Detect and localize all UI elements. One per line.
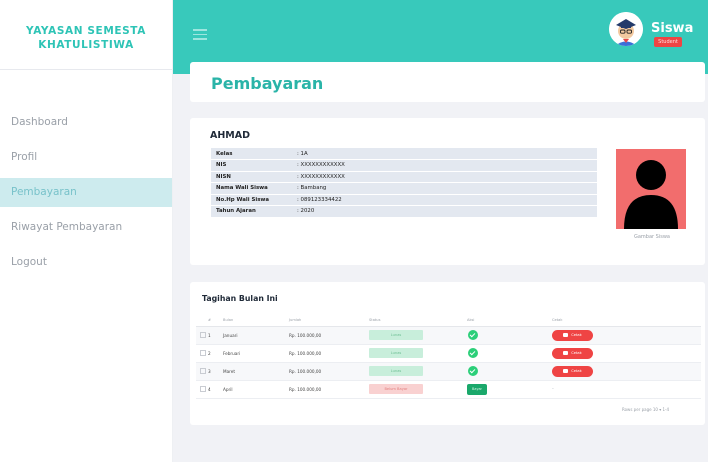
row-checkbox[interactable] [200,332,206,338]
student-profile-card: AHMAD Kelas : 1A NIS : XXXXXXXXXXXX NISN… [190,118,705,265]
student-info-table: Kelas : 1A NIS : XXXXXXXXXXXX NISN : XXX… [211,148,597,218]
info-label: NIS [211,159,297,172]
info-label: No.Hp Wali Siswa [211,194,297,206]
info-value: : Bambang [297,182,597,195]
info-value: : XXXXXXXXXXXX [297,159,597,172]
table-row: 3 Maret Rp. 100.000,00 Lunas Cetak [196,362,701,381]
page-title-card: Pembayaran [190,62,705,102]
row-month: Januari [223,326,289,345]
printer-icon [563,368,569,373]
table-pagination[interactable]: Rows per page 10 ▾ 1-4 [622,407,669,412]
info-row-kelas: Kelas : 1A [211,148,597,160]
info-value: : 2020 [297,205,597,218]
status-badge: Lunas [369,348,423,358]
row-amount: Rp. 100.000,00 [289,326,369,345]
header-month[interactable]: Bulan [223,315,289,327]
brand-line-1: YAYASAN SEMESTA [26,25,146,37]
person-silhouette-icon [624,160,678,229]
photo-caption: Gambar Siswa [633,234,670,240]
header-action[interactable]: Aksi [467,315,552,327]
sidebar-item-riwayat-pembayaran[interactable]: Riwayat Pembayaran [0,213,172,242]
sidebar-item-pembayaran[interactable]: Pembayaran [0,178,172,207]
row-checkbox[interactable] [200,368,206,374]
header-print[interactable]: Cetak [552,315,701,327]
row-number: 3 [208,362,223,381]
row-amount: Rp. 100.000,00 [289,362,369,381]
paid-check-icon [468,348,478,358]
print-unavailable: - [552,386,554,392]
header-select [196,315,208,327]
sidebar-item-profil[interactable]: Profil [0,143,172,172]
row-month: Februari [223,344,289,363]
row-checkbox[interactable] [200,350,206,356]
header-status[interactable]: Status [369,315,467,327]
table-row: 2 Februari Rp. 100.000,00 Lunas Cetak [196,344,701,363]
info-value: : XXXXXXXXXXXX [297,171,597,183]
row-amount: Rp. 100.000,00 [289,344,369,363]
student-avatar-icon[interactable] [609,12,643,46]
table-row: 1 Januari Rp. 100.000,00 Lunas Cetak [196,326,701,345]
page-title: Pembayaran [211,74,324,93]
brand: YAYASAN SEMESTA KHATULISTIWA [0,0,172,70]
user-role-badge: Student [654,37,682,47]
info-label: Kelas [211,148,297,160]
row-number: 1 [208,326,223,345]
bills-title: Tagihan Bulan Ini [202,294,278,303]
sidebar: YAYASAN SEMESTA KHATULISTIWA Dashboard P… [0,0,173,462]
print-button[interactable]: Cetak [552,329,593,341]
info-row-academic-year: Tahun Ajaran : 2020 [211,205,597,218]
table-row: 4 April Rp. 100.000,00 Belum Bayar Bayar… [196,380,701,399]
info-value: : 1A [297,148,597,160]
row-number: 2 [208,344,223,363]
status-badge: Lunas [369,330,423,340]
brand-line-2: KHATULISTIWA [38,39,134,51]
status-badge: Lunas [369,366,423,376]
info-label: Tahun Ajaran [211,205,297,218]
row-month: April [223,380,289,399]
user-name[interactable]: Siswa [651,21,693,36]
student-name: AHMAD [210,130,250,141]
sidebar-item-dashboard[interactable]: Dashboard [0,108,172,137]
pay-button[interactable]: Bayar [467,383,487,395]
status-badge: Belum Bayar [369,384,423,394]
bills-header-row: # Bulan Jumlah Status Aksi Cetak [196,315,701,327]
row-month: Maret [223,362,289,381]
print-button[interactable]: Cetak [552,365,593,377]
info-row-nisn: NISN : XXXXXXXXXXXX [211,171,597,183]
hamburger-icon[interactable] [193,29,207,40]
sidebar-item-logout[interactable]: Logout [0,248,172,277]
main-area: Siswa Student Pembayaran AHMAD Kelas : 1… [173,0,708,462]
paid-check-icon [468,330,478,340]
print-button[interactable]: Cetak [552,347,593,359]
printer-icon [563,350,569,355]
row-number: 4 [208,380,223,399]
info-label: NISN [211,171,297,183]
info-row-nis: NIS : XXXXXXXXXXXX [211,159,597,172]
paid-check-icon [468,366,478,376]
row-checkbox[interactable] [200,386,206,392]
row-amount: Rp. 100.000,00 [289,380,369,399]
student-photo [616,149,686,229]
bills-card: Tagihan Bulan Ini # Bulan Jumlah Status … [190,282,705,425]
bills-table: # Bulan Jumlah Status Aksi Cetak 1 Janua… [196,315,701,399]
info-row-guardian-phone: No.Hp Wali Siswa : 089123334422 [211,194,597,206]
header-amount[interactable]: Jumlah [289,315,369,327]
header-number[interactable]: # [208,315,223,327]
info-row-guardian-name: Nama Wali Siswa : Bambang [211,182,597,195]
sidebar-nav: Dashboard Profil Pembayaran Riwayat Pemb… [0,108,172,277]
info-label: Nama Wali Siswa [211,182,297,195]
info-value: : 089123334422 [297,194,597,206]
printer-icon [563,332,569,337]
